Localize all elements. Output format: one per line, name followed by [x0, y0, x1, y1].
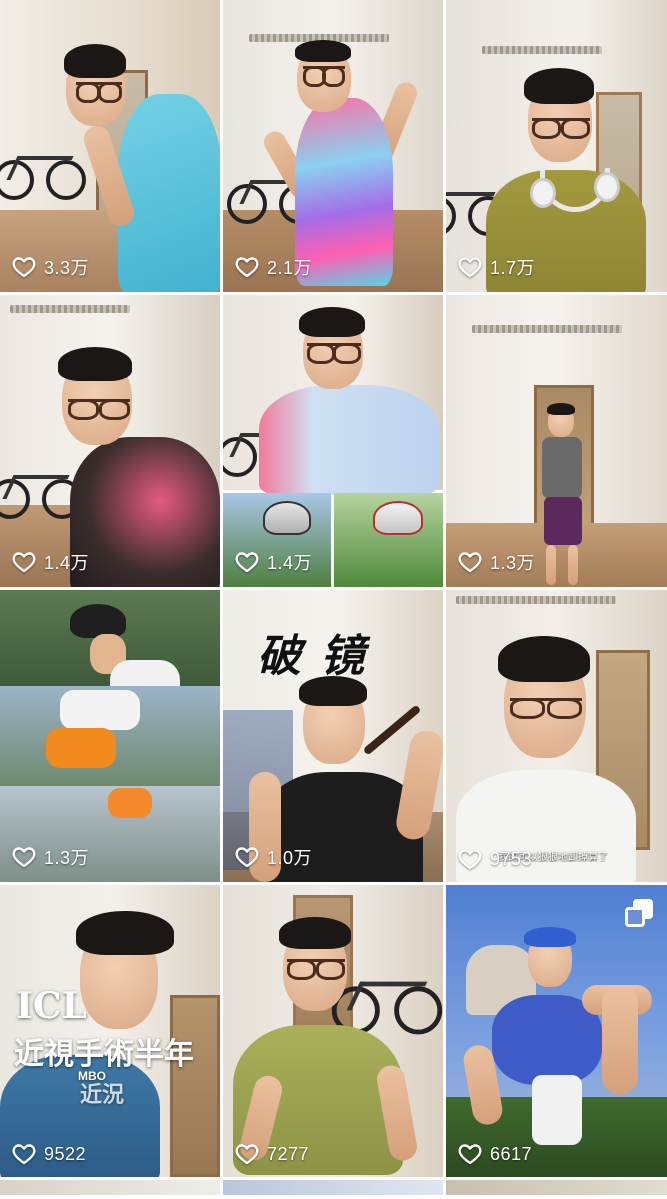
shirt-text: MBO [78, 1069, 106, 1083]
like-count-text: 6617 [490, 1143, 533, 1164]
like-count-text: 2.1万 [267, 258, 313, 278]
like-count: 1.4万 [235, 549, 312, 575]
video-tile[interactable]: 1.3万 [0, 590, 220, 882]
multiple-images-icon [625, 899, 653, 927]
video-tile[interactable]: 3.3万 [0, 0, 220, 292]
video-tile-partial[interactable] [223, 1180, 443, 1195]
like-count-text: 1.0万 [267, 848, 313, 868]
video-tile[interactable]: 1.4万 [223, 295, 443, 587]
heart-icon [12, 847, 36, 868]
like-count-text: 1.3万 [44, 848, 90, 868]
video-overlay-title: 破 镜 [257, 631, 367, 682]
like-count-text: 1.3万 [490, 553, 536, 573]
video-thumbnail [446, 590, 667, 882]
like-count-text: 1.7万 [490, 258, 536, 278]
heart-icon [12, 552, 36, 573]
like-count-text: 3.3万 [44, 258, 90, 278]
like-count: 3.3万 [12, 254, 89, 280]
like-count: 1.3万 [458, 549, 535, 575]
video-tile[interactable]: 破 镜 1.0万 [223, 590, 443, 882]
like-count-text: 9522 [44, 1143, 87, 1164]
like-count-text: 9753 [490, 848, 533, 869]
video-tile[interactable]: 7277 [223, 885, 443, 1177]
video-thumbnail [223, 0, 443, 292]
heart-icon [235, 552, 259, 573]
video-thumbnail [446, 295, 667, 587]
heart-icon [12, 257, 36, 278]
like-count: 2.1万 [235, 254, 312, 280]
video-tile-partial[interactable] [446, 1180, 667, 1195]
like-count: 9753 [458, 848, 532, 870]
video-thumbnail [0, 295, 220, 587]
overlay-text-line: 近視手術半年 [14, 1037, 194, 1072]
like-count: 9522 [12, 1143, 86, 1165]
like-count: 1.4万 [12, 549, 89, 575]
video-thumbnail [446, 0, 667, 292]
video-tile[interactable]: 我的可以狠狠地卸掉算了 9753 [446, 590, 667, 882]
heart-icon [235, 1144, 259, 1165]
video-thumbnail: 破 镜 [223, 590, 443, 882]
heart-icon [458, 849, 482, 870]
heart-icon [235, 257, 259, 278]
video-tile[interactable]: 1.4万 [0, 295, 220, 587]
video-tile[interactable]: 2.1万 [223, 0, 443, 292]
video-tile[interactable]: ICL 近視手術半年 近況 MBO 9522 [0, 885, 220, 1177]
heart-icon [458, 552, 482, 573]
video-thumbnail [223, 885, 443, 1177]
heart-icon [235, 847, 259, 868]
video-grid: 3.3万 2.1万 1.7万 1.4万 1.4万 1.3万 1.3万 破 镜 1… [0, 0, 667, 1199]
video-thumbnail [0, 0, 220, 292]
like-count: 1.7万 [458, 254, 535, 280]
like-count: 1.0万 [235, 844, 312, 870]
like-count-text: 7277 [267, 1143, 310, 1164]
heart-icon [458, 1144, 482, 1165]
like-count: 1.3万 [12, 844, 89, 870]
video-tile[interactable]: 6617 [446, 885, 667, 1177]
video-thumbnail [446, 885, 667, 1177]
heart-icon [458, 257, 482, 278]
like-count-text: 1.4万 [44, 553, 90, 573]
video-thumbnail [0, 590, 220, 882]
video-thumbnail [223, 295, 443, 587]
video-tile[interactable]: 1.3万 [446, 295, 667, 587]
video-thumbnail: ICL 近視手術半年 近況 MBO [0, 885, 220, 1177]
like-count: 6617 [458, 1143, 532, 1165]
heart-icon [12, 1144, 36, 1165]
overlay-text-line: ICL [16, 985, 87, 1027]
like-count: 7277 [235, 1143, 309, 1165]
like-count-text: 1.4万 [267, 553, 313, 573]
video-tile-partial[interactable] [0, 1180, 220, 1195]
video-tile[interactable]: 1.7万 [446, 0, 667, 292]
